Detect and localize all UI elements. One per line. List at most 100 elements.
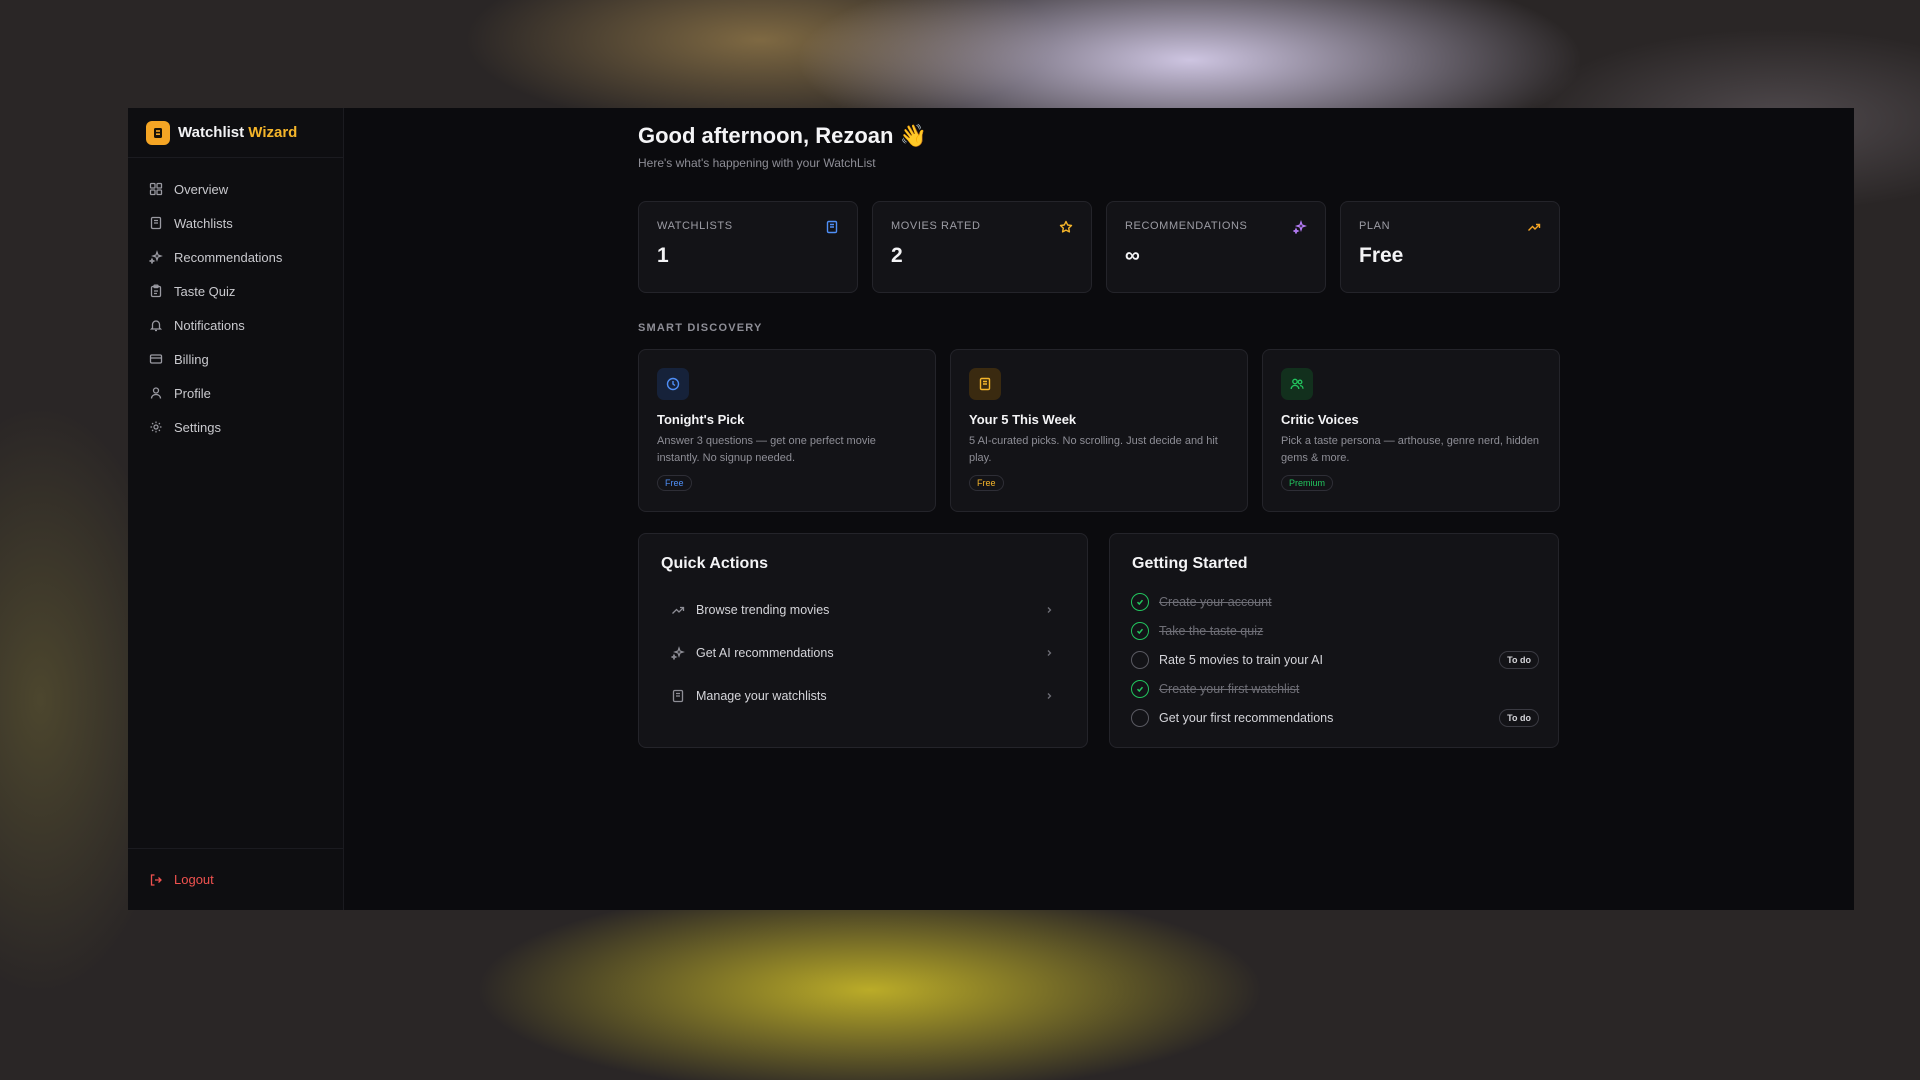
sidebar-item-label: Billing	[174, 351, 209, 367]
stat-label: PLAN	[1359, 220, 1391, 232]
checklist-label: Create your first watchlist	[1159, 682, 1300, 696]
page-title: Good afternoon, Rezoan 👋	[638, 123, 927, 148]
chevron-right-icon	[1044, 605, 1054, 615]
stat-card-plan[interactable]: PLAN Free	[1340, 201, 1560, 293]
sidebar-item-billing[interactable]: Billing	[128, 342, 343, 376]
stat-value: 2	[891, 244, 903, 267]
checklist-label: Rate 5 movies to train your AI	[1159, 653, 1323, 667]
sidebar-item-label: Recommendations	[174, 249, 283, 265]
chevron-right-icon	[1044, 648, 1054, 658]
stat-label: RECOMMENDATIONS	[1125, 220, 1248, 232]
bookmark-icon	[671, 689, 685, 703]
stat-label: WATCHLISTS	[657, 220, 733, 232]
chevron-right-icon	[1044, 691, 1054, 701]
checklist-item[interactable]: Create your first watchlist	[1131, 677, 1539, 701]
section-label: SMART DISCOVERY	[638, 322, 763, 334]
sidebar-item-label: Watchlists	[174, 215, 233, 231]
checklist-label: Get your first recommendations	[1159, 711, 1334, 725]
brand-name-accent: Wizard	[248, 124, 298, 141]
checklist-item[interactable]: Rate 5 movies to train your AI To do	[1131, 648, 1539, 672]
card-description: 5 AI-curated picks. No scrolling. Just d…	[969, 435, 1218, 464]
user-icon	[149, 386, 163, 400]
stat-card-movies-rated[interactable]: MOVIES RATED 2	[872, 201, 1092, 293]
gear-icon	[149, 420, 163, 434]
card-title: Tonight's Pick	[657, 412, 745, 427]
sidebar-item-label: Notifications	[174, 317, 245, 333]
quick-actions-panel: Quick Actions Browse trending movies Get…	[638, 533, 1088, 748]
checklist-label: Create your account	[1159, 595, 1272, 609]
sidebar-item-recommendations[interactable]: Recommendations	[128, 240, 343, 274]
card-description: Answer 3 questions — get one perfect mov…	[657, 435, 876, 464]
plan-badge: Premium	[1281, 475, 1334, 491]
sidebar-item-label: Settings	[174, 419, 221, 435]
sidebar-footer: Logout	[128, 848, 343, 910]
plan-badge: Free	[657, 475, 692, 491]
sidebar-item-label: Profile	[174, 385, 211, 401]
stat-label: MOVIES RATED	[891, 220, 981, 232]
trending-up-icon	[671, 603, 685, 617]
stat-value: Free	[1359, 244, 1404, 267]
sidebar-item-label: Taste Quiz	[174, 283, 236, 299]
logout-label: Logout	[174, 872, 214, 887]
discovery-card-your-5-this-week[interactable]: Your 5 This Week 5 AI-curated picks. No …	[950, 349, 1248, 512]
sidebar-item-overview[interactable]: Overview	[128, 172, 343, 206]
panel-title: Quick Actions	[661, 555, 768, 572]
checklist-label: Take the taste quiz	[1159, 624, 1264, 638]
stats-row: WATCHLISTS 1 MOVIES RATED 2 RECOMMENDATI…	[638, 201, 1560, 293]
stat-card-recommendations[interactable]: RECOMMENDATIONS ∞	[1106, 201, 1326, 293]
quick-action-browse-trending[interactable]: Browse trending movies	[661, 592, 1066, 628]
check-circle-icon	[1131, 593, 1149, 611]
sidebar-item-settings[interactable]: Settings	[128, 410, 343, 444]
stat-value: 1	[657, 244, 669, 267]
checklist-item[interactable]: Take the taste quiz	[1131, 619, 1539, 643]
star-icon	[1059, 220, 1073, 234]
bell-icon	[149, 318, 163, 332]
logo-icon	[146, 120, 170, 145]
stat-value: ∞	[1125, 244, 1140, 267]
panel-title: Getting Started	[1132, 555, 1248, 572]
main-content: Good afternoon, Rezoan 👋 Here's what's h…	[344, 108, 1854, 910]
sidebar-item-notifications[interactable]: Notifications	[128, 308, 343, 342]
sidebar-item-label: Overview	[174, 181, 229, 197]
page-subtitle: Here's what's happening with your WatchL…	[638, 156, 876, 170]
credit-card-icon	[149, 352, 163, 366]
brand[interactable]: Watchlist Wizard	[128, 108, 343, 158]
sidebar-item-profile[interactable]: Profile	[128, 376, 343, 410]
sparkles-icon	[149, 250, 163, 264]
todo-badge: To do	[1499, 709, 1539, 727]
clock-icon	[657, 368, 689, 400]
plan-badge: Free	[969, 475, 1004, 491]
stat-card-watchlists[interactable]: WATCHLISTS 1	[638, 201, 858, 293]
grid-icon	[149, 182, 163, 196]
empty-circle-icon	[1131, 709, 1149, 727]
logout-icon	[149, 873, 163, 887]
sidebar-item-taste-quiz[interactable]: Taste Quiz	[128, 274, 343, 308]
card-title: Your 5 This Week	[969, 412, 1077, 427]
discovery-card-tonights-pick[interactable]: Tonight's Pick Answer 3 questions — get …	[638, 349, 936, 512]
check-circle-icon	[1131, 680, 1149, 698]
checklist-item[interactable]: Create your account	[1131, 590, 1539, 614]
users-icon	[1281, 368, 1313, 400]
brand-name: Watchlist Wizard	[178, 124, 297, 141]
todo-badge: To do	[1499, 651, 1539, 669]
card-title: Critic Voices	[1281, 412, 1359, 427]
quick-action-manage-watchlists[interactable]: Manage your watchlists	[661, 678, 1066, 714]
bookmark-icon	[825, 220, 839, 234]
bookmark-icon	[149, 216, 163, 230]
quick-action-label: Manage your watchlists	[696, 689, 827, 703]
getting-started-panel: Getting Started Create your account Take…	[1109, 533, 1559, 748]
app-window: Watchlist Wizard Overview Watchlists Rec…	[128, 108, 1854, 910]
sparkles-icon	[1293, 220, 1307, 234]
check-circle-icon	[1131, 622, 1149, 640]
checklist-item[interactable]: Get your first recommendations To do	[1131, 706, 1539, 730]
logout-button[interactable]: Logout	[149, 872, 214, 887]
sidebar: Watchlist Wizard Overview Watchlists Rec…	[128, 108, 344, 910]
trending-up-icon	[1527, 220, 1541, 234]
empty-circle-icon	[1131, 651, 1149, 669]
clipboard-icon	[149, 284, 163, 298]
card-description: Pick a taste persona — arthouse, genre n…	[1281, 435, 1540, 464]
quick-action-ai-recommendations[interactable]: Get AI recommendations	[661, 635, 1066, 671]
quick-action-label: Get AI recommendations	[696, 646, 834, 660]
discovery-card-critic-voices[interactable]: Critic Voices Pick a taste persona — art…	[1262, 349, 1560, 512]
sidebar-item-watchlists[interactable]: Watchlists	[128, 206, 343, 240]
